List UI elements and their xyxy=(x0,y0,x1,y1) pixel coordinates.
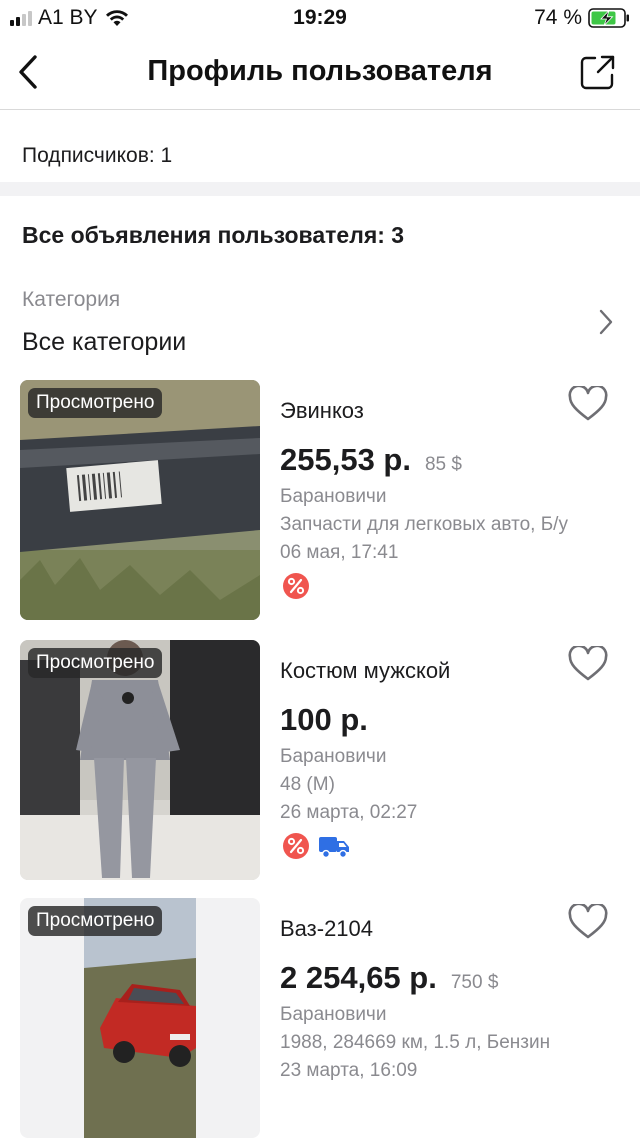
listing-price: 255,53 р. xyxy=(280,442,411,477)
viewed-badge: Просмотрено xyxy=(28,648,163,678)
listing-photo[interactable]: Просмотрено xyxy=(20,380,260,620)
heart-icon[interactable] xyxy=(568,646,608,682)
listing-badges xyxy=(282,832,350,860)
listing-card[interactable]: Просмотрено Костюм мужской 100 р. Барано… xyxy=(0,640,640,880)
listing-photo[interactable]: Просмотрено xyxy=(20,898,260,1138)
discount-icon xyxy=(283,573,309,599)
listing-details: 1988, 284669 км, 1.5 л, Бензин xyxy=(280,1032,551,1053)
listing-date: 23 марта, 16:09 xyxy=(280,1060,418,1081)
navigation-bar: Профиль пользователя xyxy=(0,36,640,110)
price-row: 100 р. xyxy=(280,702,368,738)
status-right: 74 % xyxy=(534,6,630,30)
viewed-badge: Просмотрено xyxy=(28,388,163,418)
listing-card[interactable]: Просмотрено Эвинкоз 255,53 р. 85 $ Баран… xyxy=(0,380,640,620)
delivery-truck-icon xyxy=(319,837,349,859)
listing-date: 06 мая, 17:41 xyxy=(280,542,399,563)
listing-title: Ваз-2104 xyxy=(280,916,374,941)
section-divider xyxy=(0,182,640,196)
page-title: Профиль пользователя xyxy=(147,55,493,87)
listing-city: Барановичи xyxy=(280,746,387,767)
listing-info: Ваз-2104 2 254,65 р. 750 $ Барановичи 19… xyxy=(280,898,620,1138)
listing-title: Эвинкоз xyxy=(280,398,364,423)
viewed-badge: Просмотрено xyxy=(28,906,163,936)
category-filter[interactable]: Категория Все категории xyxy=(0,280,640,364)
price-row: 255,53 р. 85 $ xyxy=(280,442,462,478)
listing-price-usd: 85 $ xyxy=(424,454,462,475)
listing-price: 100 р. xyxy=(280,702,368,737)
listing-city: Барановичи xyxy=(280,1004,387,1025)
listing-badges xyxy=(282,572,310,600)
heart-icon[interactable] xyxy=(568,386,608,422)
category-label: Категория xyxy=(22,288,121,311)
listing-title: Костюм мужской xyxy=(280,658,451,683)
share-icon[interactable] xyxy=(578,52,618,92)
subscribers-count: Подписчиков: 1 xyxy=(22,144,173,167)
listing-details: Запчасти для легковых авто, Б/у xyxy=(280,514,568,535)
listing-date: 26 марта, 02:27 xyxy=(280,802,418,823)
battery-charging-icon xyxy=(588,8,629,28)
status-bar: A1 BY 19:29 74 % xyxy=(0,0,640,36)
heart-icon[interactable] xyxy=(568,904,608,940)
chevron-right-icon xyxy=(599,309,613,335)
battery-percent: 74 % xyxy=(534,6,582,29)
all-ads-heading: Все объявления пользователя: 3 xyxy=(22,222,405,248)
listing-info: Эвинкоз 255,53 р. 85 $ Барановичи Запчас… xyxy=(280,380,620,620)
listing-city: Барановичи xyxy=(280,486,387,507)
listing-details: 48 (M) xyxy=(280,774,335,795)
listing-card[interactable]: Просмотрено Ваз-2104 2 254,65 р. 750 $ Б… xyxy=(0,898,640,1138)
listing-price-usd: 750 $ xyxy=(450,972,499,993)
listing-info: Костюм мужской 100 р. Барановичи 48 (M) … xyxy=(280,640,620,880)
price-row: 2 254,65 р. 750 $ xyxy=(280,960,498,996)
discount-icon xyxy=(283,833,309,859)
listing-photo[interactable]: Просмотрено xyxy=(20,640,260,880)
category-value: Все категории xyxy=(22,328,187,356)
listing-price: 2 254,65 р. xyxy=(280,960,437,995)
